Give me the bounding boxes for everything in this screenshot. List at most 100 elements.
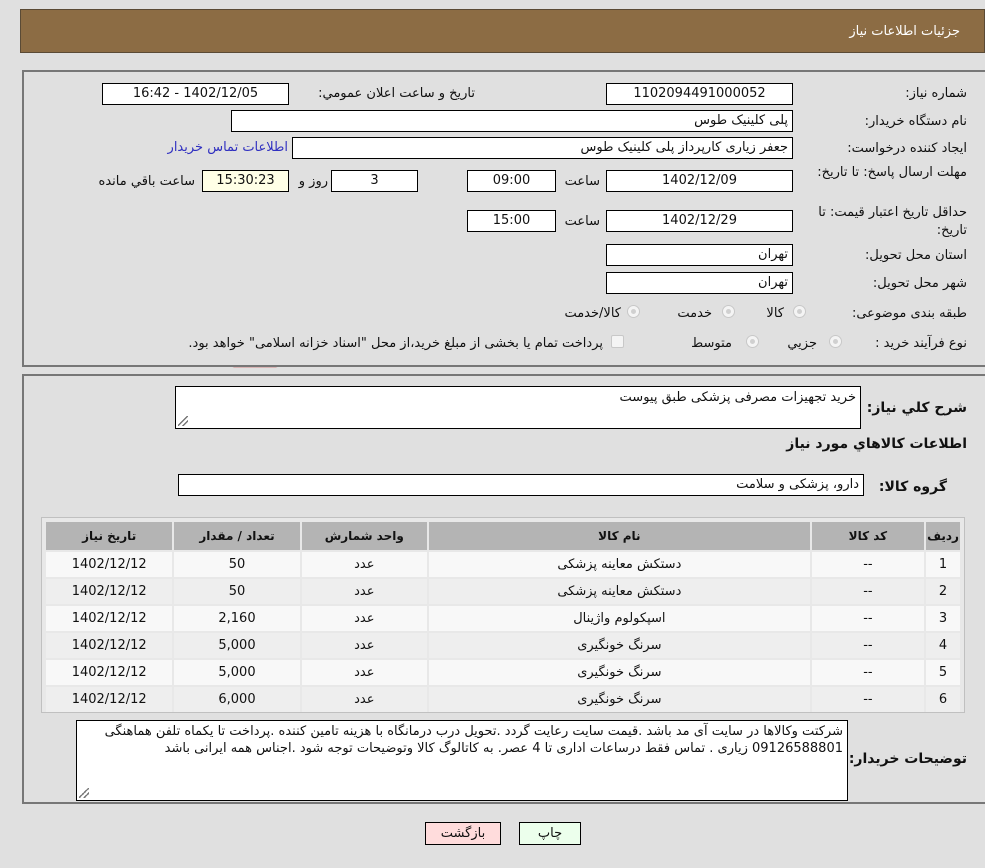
cell-need-date: 1402/12/12 <box>46 660 173 685</box>
back-button[interactable]: بازگشت <box>425 822 501 845</box>
price-validity-time: 15:00 <box>467 210 556 232</box>
buyer-org-label: نام دستگاه خريدار: <box>864 114 967 129</box>
table-row: 4 -- سرنگ خونگیری عدد 5,000 1402/12/12 <box>46 633 960 658</box>
table-row: 2 -- دستکش معاینه پزشکی عدد 50 1402/12/12 <box>46 579 960 604</box>
category-goods-label: کالا <box>766 306 784 321</box>
cell-unit: عدد <box>301 660 427 685</box>
cell-goods-name: اسپکولوم واژینال <box>428 606 810 631</box>
goods-group-field: دارو، پزشکی و سلامت <box>178 474 864 496</box>
cell-goods-code: -- <box>811 633 925 658</box>
table-row: 1 -- دستکش معاینه پزشکی عدد 50 1402/12/12 <box>46 552 960 577</box>
purchase-partial-label: جزيي <box>787 336 817 351</box>
response-deadline-label: مهلت ارسال پاسخ: تا تاریخ: <box>817 165 967 180</box>
delivery-city-field: تهران <box>606 272 793 294</box>
cell-unit: عدد <box>301 633 427 658</box>
cell-quantity: 5,000 <box>174 633 300 658</box>
cell-need-date: 1402/12/12 <box>46 687 173 712</box>
purchase-medium-radio[interactable] <box>746 335 759 348</box>
goods-panel: شرح کلي نياز: خرید تجهیزات مصرفی پزشکی ط… <box>22 374 985 804</box>
cell-row-number: 2 <box>926 579 960 604</box>
category-goods-service-radio[interactable] <box>627 305 640 318</box>
buyer-notes-field[interactable]: شرکتت وکالاها در سایت آی مد باشد .قیمت س… <box>76 720 848 801</box>
price-validity-label: حداقل تاریخ اعتبار قیمت: تا تاریخ: <box>818 205 967 238</box>
delivery-city-label: شهر محل تحويل: <box>872 276 967 291</box>
category-service-radio[interactable] <box>722 305 735 318</box>
category-service-label: خدمت <box>677 306 712 321</box>
remaining-days: 3 <box>331 170 418 192</box>
summary-field[interactable]: خرید تجهیزات مصرفی پزشکی طبق پیوست <box>175 386 861 429</box>
cell-quantity: 50 <box>174 552 300 577</box>
need-number-label: شماره نیاز: <box>905 86 967 101</box>
cell-unit: عدد <box>301 552 427 577</box>
cell-goods-code: -- <box>811 552 925 577</box>
creator-field: جعفر زیاری کارپرداز پلی کلینیک طوس <box>292 137 793 159</box>
cell-goods-code: -- <box>811 579 925 604</box>
cell-unit: عدد <box>301 579 427 604</box>
summary-label: شرح کلي نياز: <box>866 400 967 416</box>
goods-table-container: رديف کد کالا نام کالا واحد شمارش تعداد /… <box>41 517 965 713</box>
buyer-contact-link[interactable]: اطلاعات تماس خريدار <box>168 140 288 155</box>
cell-quantity: 2,160 <box>174 606 300 631</box>
cell-unit: عدد <box>301 687 427 712</box>
category-goods-service-label: کالا/خدمت <box>564 306 621 321</box>
announce-datetime-field: 1402/12/05 - 16:42 <box>102 83 289 105</box>
cell-row-number: 4 <box>926 633 960 658</box>
cell-quantity: 5,000 <box>174 660 300 685</box>
resize-grip-icon[interactable] <box>178 416 188 426</box>
cell-row-number: 3 <box>926 606 960 631</box>
category-label: طبقه بندی موضوعی: <box>851 306 967 321</box>
table-row: 6 -- سرنگ خونگیری عدد 6,000 1402/12/12 <box>46 687 960 712</box>
col-unit: واحد شمارش <box>301 522 427 550</box>
cell-goods-code: -- <box>811 606 925 631</box>
response-time-label: ساعت <box>564 174 600 189</box>
buyer-notes-text: شرکتت وکالاها در سایت آی مد باشد .قیمت س… <box>104 724 843 756</box>
price-validity-date: 1402/12/29 <box>606 210 793 232</box>
category-goods-radio[interactable] <box>793 305 806 318</box>
resize-grip-icon[interactable] <box>79 788 89 798</box>
goods-table: رديف کد کالا نام کالا واحد شمارش تعداد /… <box>44 520 962 714</box>
remaining-time: 15:30:23 <box>202 170 289 192</box>
col-need-date: تاريخ نياز <box>46 522 173 550</box>
col-goods-name: نام کالا <box>428 522 810 550</box>
cell-unit: عدد <box>301 606 427 631</box>
cell-goods-code: -- <box>811 660 925 685</box>
col-goods-code: کد کالا <box>811 522 925 550</box>
purchase-medium-label: متوسط <box>691 336 732 351</box>
cell-quantity: 6,000 <box>174 687 300 712</box>
cell-need-date: 1402/12/12 <box>46 579 173 604</box>
delivery-province-label: استان محل تحويل: <box>865 248 967 263</box>
purchase-type-label: نوع فرآيند خريد : <box>875 336 967 351</box>
table-row: 3 -- اسپکولوم واژینال عدد 2,160 1402/12/12 <box>46 606 960 631</box>
cell-need-date: 1402/12/12 <box>46 606 173 631</box>
summary-text: خرید تجهیزات مصرفی پزشکی طبق پیوست <box>619 390 856 405</box>
cell-quantity: 50 <box>174 579 300 604</box>
price-time-label: ساعت <box>564 214 600 229</box>
cell-row-number: 6 <box>926 687 960 712</box>
buyer-notes-label: توضيحات خريدار: <box>848 751 967 767</box>
treasury-checkbox[interactable] <box>611 335 624 348</box>
cell-goods-name: سرنگ خونگیری <box>428 660 810 685</box>
cell-need-date: 1402/12/12 <box>46 552 173 577</box>
days-label: روز و <box>298 174 328 189</box>
page-header: جزئیات اطلاعات نیاز <box>20 9 985 53</box>
cell-goods-name: سرنگ خونگیری <box>428 687 810 712</box>
treasury-note: پرداخت تمام یا بخشی از مبلغ خرید،از محل … <box>188 336 603 351</box>
cell-row-number: 5 <box>926 660 960 685</box>
table-row: 5 -- سرنگ خونگیری عدد 5,000 1402/12/12 <box>46 660 960 685</box>
delivery-province-field: تهران <box>606 244 793 266</box>
purchase-partial-radio[interactable] <box>829 335 842 348</box>
col-row-number: رديف <box>926 522 960 550</box>
response-deadline-date: 1402/12/09 <box>606 170 793 192</box>
need-number-field: 1102094491000052 <box>606 83 793 105</box>
creator-label: ايجاد كننده درخواست: <box>847 141 967 156</box>
cell-goods-name: دستکش معاینه پزشکی <box>428 579 810 604</box>
print-button[interactable]: چاپ <box>519 822 581 845</box>
buyer-org-field: پلی کلینیک طوس <box>231 110 793 132</box>
response-deadline-time: 09:00 <box>467 170 556 192</box>
cell-goods-name: سرنگ خونگیری <box>428 633 810 658</box>
cell-goods-code: -- <box>811 687 925 712</box>
remaining-label: ساعت باقي مانده <box>98 174 195 189</box>
cell-need-date: 1402/12/12 <box>46 633 173 658</box>
table-header-row: رديف کد کالا نام کالا واحد شمارش تعداد /… <box>46 522 960 550</box>
cell-row-number: 1 <box>926 552 960 577</box>
